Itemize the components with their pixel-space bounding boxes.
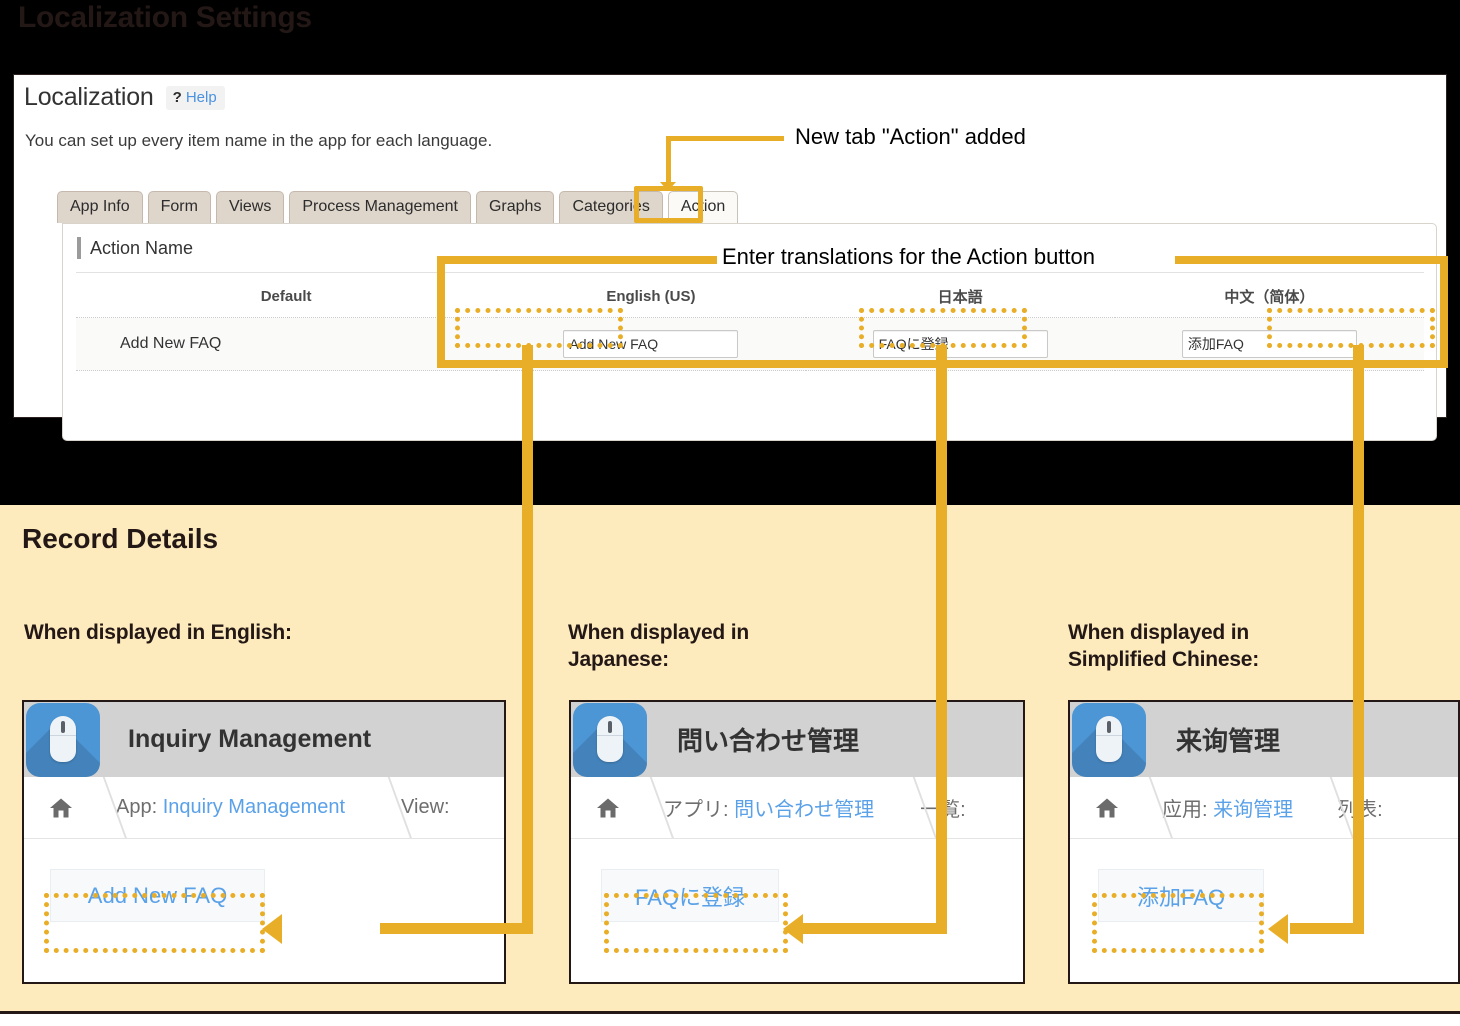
column-header-english: English (US)	[496, 280, 805, 318]
column-header-japanese: 日本語	[806, 280, 1115, 318]
tab-app-info[interactable]: App Info	[57, 191, 143, 223]
card-body-chinese: 添加FAQ	[1070, 839, 1458, 984]
chinese-translation-input[interactable]	[1182, 330, 1357, 358]
breadcrumb-separator-1	[621, 777, 663, 839]
section-divider	[76, 272, 1424, 273]
tab-form[interactable]: Form	[148, 191, 211, 223]
breadcrumb-link-english[interactable]: Inquiry Management	[163, 796, 345, 818]
preview-card-chinese: 来询管理 应用: 来询管理 列表: 添加FAQ	[1068, 700, 1460, 984]
action-name-label: Action Name	[90, 238, 193, 259]
table-row: Add New FAQ	[76, 318, 1424, 371]
breadcrumb-separator-2	[1301, 777, 1337, 839]
annotation-tab-leader-vertical	[666, 136, 671, 188]
tab-bar: App Info Form Views Process Management G…	[57, 191, 738, 223]
connector-line-japanese	[936, 345, 947, 934]
screenshot-root: Localization Settings Localization ? Hel…	[0, 0, 1460, 1026]
connector-elbow-chinese	[1290, 923, 1363, 934]
cell-chinese	[1115, 318, 1424, 371]
page-title: Localization Settings	[18, 1, 312, 35]
action-name-section-header: Action Name	[77, 237, 193, 259]
connector-line-english	[522, 345, 533, 934]
caption-japanese: When displayed in Japanese:	[568, 620, 749, 674]
connector-arrow-english	[262, 914, 282, 944]
help-button[interactable]: ? Help	[166, 86, 225, 110]
breadcrumb-english: App: Inquiry Management View:	[24, 777, 504, 839]
record-details-heading: Record Details	[22, 523, 218, 555]
annotation-new-tab-text: New tab "Action" added	[795, 124, 1026, 150]
breadcrumb-japanese: アプリ: 問い合わせ管理 一覧:	[571, 777, 1023, 839]
section-accent-bar	[77, 237, 81, 259]
breadcrumb-prefix-chinese: 应用:	[1162, 799, 1208, 821]
breadcrumb-prefix-english: App:	[116, 796, 157, 818]
action-button-english[interactable]: Add New FAQ	[50, 869, 265, 922]
annotation-inputs-box-top-left	[437, 256, 717, 264]
card-body-japanese: FAQに登録	[571, 839, 1023, 984]
breadcrumb-separator-2	[359, 777, 401, 839]
panel-title-row: Localization ? Help	[24, 83, 225, 112]
action-button-chinese[interactable]: 添加FAQ	[1098, 869, 1264, 922]
mouse-icon	[573, 703, 647, 777]
table-head: Default English (US) 日本語 中文（简体）	[76, 280, 1424, 318]
breadcrumb-separator-1	[1120, 777, 1162, 839]
annotation-translations-text: Enter translations for the Action button	[722, 244, 1095, 270]
english-translation-input[interactable]	[563, 330, 738, 358]
caption-english: When displayed in English:	[24, 620, 292, 647]
breadcrumb-view-english: View:	[401, 796, 450, 819]
tab-process-management[interactable]: Process Management	[289, 191, 471, 223]
connector-elbow-japanese	[800, 923, 946, 934]
tab-views[interactable]: Views	[216, 191, 284, 223]
breadcrumb-app-label: App: Inquiry Management	[116, 796, 345, 819]
action-button-japanese[interactable]: FAQに登録	[601, 869, 779, 922]
breadcrumb-separator-1	[74, 777, 116, 839]
annotation-tab-arrow	[660, 182, 676, 191]
connector-arrow-japanese	[783, 914, 803, 944]
mouse-icon	[26, 703, 100, 777]
connector-line-chinese	[1353, 345, 1364, 934]
question-mark-icon: ?	[173, 89, 182, 106]
connector-elbow-english	[380, 923, 530, 934]
table-header-row: Default English (US) 日本語 中文（简体）	[76, 280, 1424, 318]
cell-japanese	[806, 318, 1115, 371]
breadcrumb-link-japanese[interactable]: 問い合わせ管理	[734, 799, 874, 821]
card-header-japanese: 問い合わせ管理	[571, 702, 1023, 777]
breadcrumb-app-label: 应用: 来询管理	[1162, 793, 1293, 822]
card-header-english: Inquiry Management	[24, 702, 504, 777]
japanese-translation-input[interactable]	[873, 330, 1048, 358]
breadcrumb-prefix-japanese: アプリ:	[663, 799, 729, 821]
connector-arrow-chinese	[1268, 914, 1288, 944]
breadcrumb-chinese: 应用: 来询管理 列表:	[1070, 777, 1458, 839]
breadcrumb-separator-2	[884, 777, 920, 839]
help-label: Help	[186, 89, 217, 106]
tab-action[interactable]: Action	[668, 191, 738, 223]
bottom-rule	[0, 1011, 1460, 1014]
cell-english	[496, 318, 805, 371]
app-title-english: Inquiry Management	[128, 725, 371, 754]
breadcrumb-app-label: アプリ: 問い合わせ管理	[663, 793, 874, 822]
panel-description: You can set up every item name in the ap…	[25, 131, 492, 151]
column-header-chinese: 中文（简体）	[1115, 280, 1424, 318]
caption-chinese: When displayed in Simplified Chinese:	[1068, 620, 1259, 674]
cell-default-value: Add New FAQ	[76, 318, 496, 371]
annotation-inputs-box-top-right	[1175, 256, 1448, 264]
card-header-chinese: 来询管理	[1070, 702, 1458, 777]
panel-title: Localization	[24, 83, 154, 112]
card-body-english: Add New FAQ	[24, 839, 504, 984]
localization-table: Default English (US) 日本語 中文（简体） Add New …	[76, 280, 1424, 371]
breadcrumb-link-chinese[interactable]: 来询管理	[1213, 799, 1293, 821]
tab-categories[interactable]: Categories	[559, 191, 662, 223]
tab-graphs[interactable]: Graphs	[476, 191, 554, 223]
annotation-tab-leader-horizontal	[666, 136, 784, 141]
app-title-chinese: 来询管理	[1176, 721, 1280, 758]
app-title-japanese: 問い合わせ管理	[677, 721, 859, 758]
mouse-icon	[1072, 703, 1146, 777]
table-body: Add New FAQ	[76, 318, 1424, 371]
column-header-default: Default	[76, 280, 496, 318]
